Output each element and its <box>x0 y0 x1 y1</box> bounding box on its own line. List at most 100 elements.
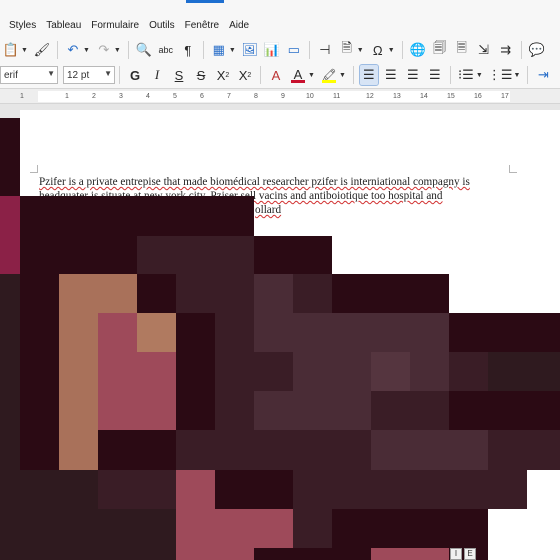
ruler-tick: 11 <box>333 93 341 100</box>
page-break-icon[interactable]: ⊣ <box>316 40 334 60</box>
comment-icon[interactable]: 💬 <box>528 40 546 60</box>
clear-formatting-button[interactable]: A <box>267 65 285 85</box>
status-button[interactable]: I <box>450 548 462 560</box>
horizontal-ruler[interactable]: 1 1 2 3 4 5 6 7 8 9 10 11 12 13 14 15 16… <box>0 88 560 104</box>
ruler-tick: 13 <box>393 93 401 100</box>
insert-field-icon[interactable]: 🗎 <box>338 40 356 60</box>
superscript-label: X <box>216 67 226 83</box>
menu-formulaire[interactable]: Formulaire <box>86 18 144 33</box>
align-left-icon[interactable]: ☰ <box>358 64 379 86</box>
strikethrough-button[interactable]: S <box>192 65 210 85</box>
cross-reference-icon[interactable]: ⇉ <box>497 40 515 60</box>
ruler-tick: 2 <box>92 93 96 100</box>
undo-dropdown-icon[interactable]: ▼ <box>83 47 90 54</box>
redo-icon[interactable]: ↷ <box>95 40 113 60</box>
numbered-dropdown-icon[interactable]: ▼ <box>513 72 520 79</box>
footnote-icon[interactable]: 🗐 <box>431 40 449 60</box>
insert-image-icon[interactable]: 🖼 <box>241 40 259 60</box>
undo-icon[interactable]: ↶ <box>64 40 82 60</box>
ruler-tick: 3 <box>119 93 123 100</box>
ruler-tick: 10 <box>306 93 314 100</box>
font-color-swatch <box>291 79 305 83</box>
menu-tableau[interactable]: Tableau <box>41 18 86 33</box>
separator <box>527 66 529 84</box>
spellcheck-icon[interactable]: abc <box>157 40 175 60</box>
bullet-list-icon[interactable]: ⁝☰ <box>457 65 475 85</box>
paste-icon[interactable]: 📋 <box>2 40 20 60</box>
insert-chart-icon[interactable]: 📊 <box>263 40 281 60</box>
ruler-tick: 14 <box>420 93 428 100</box>
menu-items: Styles Tableau Formulaire Outils Fenêtre… <box>4 18 254 33</box>
italic-button[interactable]: I <box>148 65 166 85</box>
endnote-icon[interactable]: 🗏 <box>453 40 471 60</box>
document-line-1: Pzifer is a private entrepise that made … <box>39 176 470 188</box>
field-dropdown-icon[interactable]: ▼ <box>357 47 364 54</box>
bold-button[interactable]: G <box>126 65 144 85</box>
document-text[interactable]: Pzifer is a private entrepise that made … <box>39 175 501 217</box>
align-right-icon[interactable]: ☰ <box>404 65 422 85</box>
page-corner-mark <box>30 165 38 173</box>
document-line-3: ollard <box>255 204 282 216</box>
ruler-tick: 7 <box>227 93 231 100</box>
redo-dropdown-icon[interactable]: ▼ <box>114 47 121 54</box>
menu-aide[interactable]: Aide <box>224 18 254 33</box>
separator <box>352 66 354 84</box>
ruler-tick: 1 <box>20 93 24 100</box>
font-size-box[interactable]: 12 pt ▼ <box>63 66 115 84</box>
insert-table-icon[interactable]: ▦ <box>210 40 228 60</box>
document-line-2: headquater is situate at new york city. … <box>39 190 443 202</box>
menu-outils[interactable]: Outils <box>144 18 180 33</box>
underline-button[interactable]: S <box>170 65 188 85</box>
paste-dropdown-icon[interactable]: ▼ <box>21 47 28 54</box>
separator <box>260 66 261 84</box>
special-char-dropdown-icon[interactable]: ▼ <box>388 47 395 54</box>
active-menu-indicator <box>186 0 224 3</box>
separator <box>449 66 451 84</box>
ruler-tick: 17 <box>501 93 509 100</box>
formatting-marks-icon[interactable]: ¶ <box>179 40 197 60</box>
bookmark-icon[interactable]: ⇲ <box>475 40 493 60</box>
highlight-dropdown-icon[interactable]: ▼ <box>339 72 346 79</box>
standard-toolbar: 📋 ▼ 🖌 ↶ ▼ ↷ ▼ 🔍 abc ¶ ▦ ▼ 🖼 📊 ▭ ⊣ 🗎 ▼ Ω ▼ 🌐 🗐 … <box>0 38 560 62</box>
align-center-icon[interactable]: ☰ <box>382 65 400 85</box>
menu-fenetre[interactable]: Fenêtre <box>180 18 224 33</box>
highlight-button[interactable]: 🖍 <box>320 65 338 85</box>
separator <box>401 41 403 59</box>
clone-formatting-icon[interactable]: 🖌 <box>33 40 51 60</box>
menu-bar: Styles Tableau Formulaire Outils Fenêtre… <box>0 0 560 38</box>
numbered-list-icon[interactable]: ⋮☰ <box>488 65 513 85</box>
increase-indent-icon[interactable]: ⇥ <box>534 65 552 85</box>
font-name-dropdown-icon[interactable]: ▼ <box>47 69 55 78</box>
ruler-tick: 9 <box>281 93 285 100</box>
font-size-dropdown-icon[interactable]: ▼ <box>104 69 112 78</box>
table-dropdown-icon[interactable]: ▼ <box>229 47 236 54</box>
hyperlink-icon[interactable]: 🌐 <box>409 40 427 60</box>
status-button[interactable]: E <box>464 548 476 560</box>
ruler-tick: 6 <box>200 93 204 100</box>
font-color-button[interactable]: A <box>289 65 307 85</box>
bullet-dropdown-icon[interactable]: ▼ <box>476 72 483 79</box>
font-name-box[interactable]: erif ▼ <box>0 66 58 84</box>
ruler-tick: 8 <box>254 93 258 100</box>
font-color-dropdown-icon[interactable]: ▼ <box>308 72 315 79</box>
superscript-mark-icon: 2 <box>225 71 230 79</box>
special-character-icon[interactable]: Ω <box>369 40 387 60</box>
separator <box>202 41 204 59</box>
find-replace-icon[interactable]: 🔍 <box>135 40 153 60</box>
ruler-tick: 12 <box>366 93 374 100</box>
separator <box>127 41 129 59</box>
separator <box>308 41 310 59</box>
separator <box>520 41 522 59</box>
ruler-tick: 15 <box>447 93 455 100</box>
ruler-text-area <box>38 91 510 102</box>
subscript-button[interactable]: X2 <box>236 65 254 85</box>
ruler-tick: 5 <box>173 93 177 100</box>
page-corner-mark <box>509 165 517 173</box>
formatting-toolbar: erif ▼ 12 pt ▼ G I S S X2 X2 A A ▼ 🖍 ▼ ☰… <box>0 62 560 88</box>
align-justify-icon[interactable]: ☰ <box>426 65 444 85</box>
superscript-button[interactable]: X2 <box>214 65 232 85</box>
insert-textbox-icon[interactable]: ▭ <box>285 40 303 60</box>
ruler-tick: 4 <box>146 93 150 100</box>
highlight-swatch <box>321 79 336 83</box>
menu-styles[interactable]: Styles <box>4 18 41 33</box>
